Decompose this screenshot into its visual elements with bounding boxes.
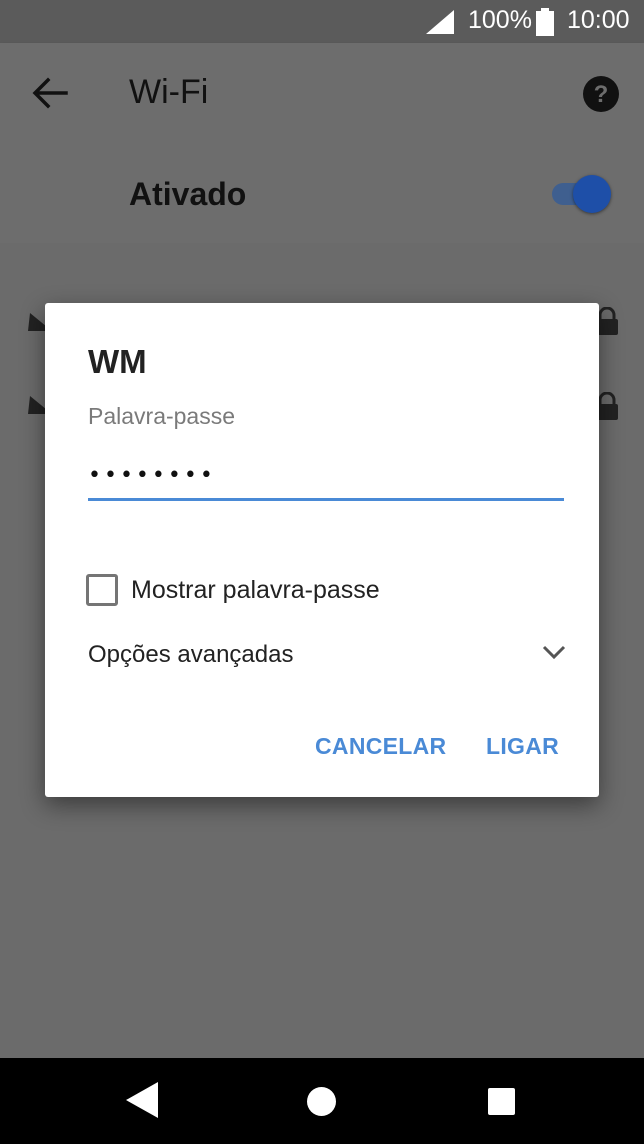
battery-percentage: 100% — [468, 6, 532, 34]
advanced-options-label: Opções avançadas — [88, 641, 294, 668]
wifi-toggle-label: Ativado — [129, 176, 247, 212]
cancel-button[interactable]: CANCELAR — [315, 733, 446, 760]
app-bar: Wi-Fi ? — [0, 43, 644, 143]
advanced-options-row[interactable]: Opções avançadas — [88, 636, 566, 676]
wifi-password-dialog: WM Palavra-passe Mostrar palavra-passe O… — [45, 303, 599, 797]
signal-icon — [426, 10, 454, 34]
show-password-label: Mostrar palavra-passe — [131, 576, 380, 604]
nav-recents-icon[interactable] — [488, 1088, 515, 1115]
password-field[interactable] — [88, 453, 564, 501]
arrow-left-icon[interactable] — [30, 76, 70, 110]
connect-button[interactable]: LIGAR — [486, 733, 559, 760]
wifi-toggle-row[interactable]: Ativado — [0, 143, 644, 243]
wifi-toggle-thumb[interactable] — [573, 175, 611, 213]
chevron-down-icon[interactable] — [542, 644, 566, 660]
navigation-bar — [0, 1058, 644, 1144]
lock-icon — [596, 392, 618, 420]
show-password-checkbox[interactable] — [86, 574, 118, 606]
page-title: Wi-Fi — [129, 73, 209, 111]
nav-home-icon[interactable] — [307, 1087, 336, 1116]
clock: 10:00 — [567, 6, 630, 34]
nav-back-icon[interactable] — [126, 1082, 158, 1118]
show-password-row[interactable]: Mostrar palavra-passe — [86, 573, 426, 609]
password-label: Palavra-passe — [88, 403, 236, 429]
svg-text:?: ? — [594, 81, 609, 108]
battery-icon — [536, 8, 554, 36]
status-bar: 100% 10:00 — [0, 0, 644, 43]
help-icon[interactable]: ? — [582, 75, 620, 113]
dialog-title: WM — [88, 343, 147, 380]
lock-icon — [596, 307, 618, 335]
